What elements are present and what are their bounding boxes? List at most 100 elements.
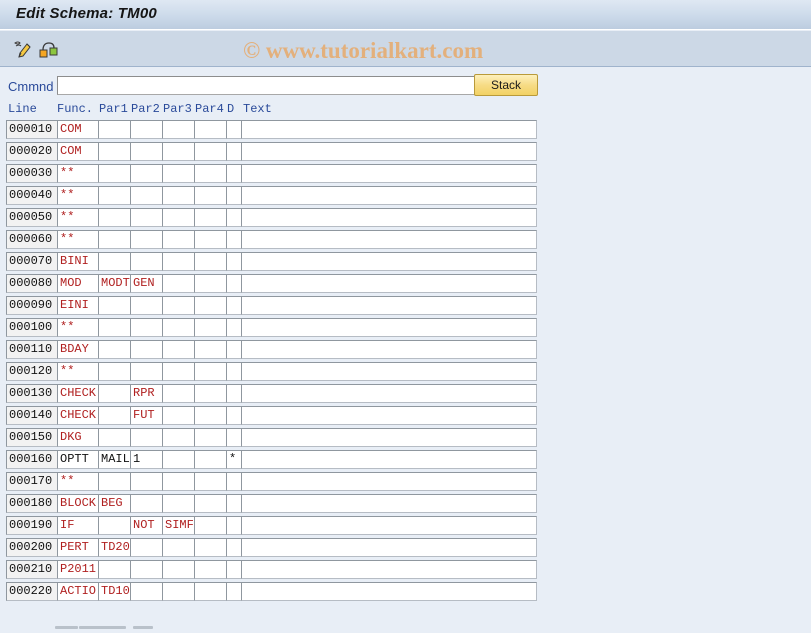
par1-cell[interactable]: MODT [98,274,131,293]
d-flag-cell[interactable] [226,340,242,359]
par3-cell[interactable] [162,450,195,469]
par4-cell[interactable] [194,164,227,183]
par3-cell[interactable] [162,472,195,491]
par4-cell[interactable] [194,208,227,227]
par2-cell[interactable] [130,120,163,139]
d-flag-cell[interactable] [226,494,242,513]
text-cell[interactable] [241,164,537,183]
text-cell[interactable] [241,384,537,403]
par3-cell[interactable] [162,208,195,227]
par3-cell[interactable] [162,340,195,359]
d-flag-cell[interactable] [226,472,242,491]
par3-cell[interactable] [162,538,195,557]
par1-cell[interactable] [98,252,131,271]
par2-cell[interactable] [130,318,163,337]
text-cell[interactable] [241,582,537,601]
par4-cell[interactable] [194,384,227,403]
text-cell[interactable] [241,208,537,227]
par2-cell[interactable]: RPR [130,384,163,403]
par2-cell[interactable]: NOT [130,516,163,535]
d-flag-cell[interactable] [226,538,242,557]
function-cell[interactable]: ACTIO [57,582,99,601]
function-cell[interactable]: BDAY [57,340,99,359]
text-cell[interactable] [241,340,537,359]
d-flag-cell[interactable] [226,318,242,337]
text-cell[interactable] [241,318,537,337]
par2-cell[interactable] [130,472,163,491]
par2-cell[interactable] [130,296,163,315]
par1-cell[interactable] [98,362,131,381]
par3-cell[interactable] [162,560,195,579]
d-flag-cell[interactable] [226,428,242,447]
display-change-pencil-icon[interactable] [12,39,34,59]
text-cell[interactable] [241,296,537,315]
text-cell[interactable] [241,186,537,205]
d-flag-cell[interactable] [226,142,242,161]
par3-cell[interactable] [162,406,195,425]
par3-cell[interactable] [162,362,195,381]
par4-cell[interactable] [194,318,227,337]
par1-cell[interactable] [98,208,131,227]
par3-cell[interactable] [162,142,195,161]
par2-cell[interactable] [130,208,163,227]
par2-cell[interactable] [130,362,163,381]
par4-cell[interactable] [194,362,227,381]
function-cell[interactable]: ** [57,318,99,337]
par4-cell[interactable] [194,230,227,249]
bottom-control-segment[interactable] [55,626,78,629]
par3-cell[interactable] [162,296,195,315]
text-cell[interactable] [241,428,537,447]
d-flag-cell[interactable] [226,208,242,227]
d-flag-cell[interactable] [226,362,242,381]
command-input[interactable] [57,76,477,95]
function-cell[interactable]: ** [57,186,99,205]
function-cell[interactable]: BINI [57,252,99,271]
bottom-control-segment[interactable] [133,626,153,629]
text-cell[interactable] [241,252,537,271]
par1-cell[interactable] [98,318,131,337]
text-cell[interactable] [241,406,537,425]
par4-cell[interactable] [194,450,227,469]
par4-cell[interactable] [194,516,227,535]
par1-cell[interactable] [98,472,131,491]
structure-hierarchy-icon[interactable] [38,39,60,59]
par2-cell[interactable] [130,538,163,557]
par2-cell[interactable]: FUT [130,406,163,425]
par2-cell[interactable] [130,582,163,601]
par3-cell[interactable] [162,384,195,403]
par1-cell[interactable] [98,516,131,535]
d-flag-cell[interactable] [226,186,242,205]
par1-cell[interactable] [98,296,131,315]
par1-cell[interactable] [98,164,131,183]
par1-cell[interactable] [98,230,131,249]
text-cell[interactable] [241,230,537,249]
par4-cell[interactable] [194,252,227,271]
function-cell[interactable]: IF [57,516,99,535]
d-flag-cell[interactable] [226,582,242,601]
d-flag-cell[interactable] [226,516,242,535]
text-cell[interactable] [241,516,537,535]
par2-cell[interactable]: GEN [130,274,163,293]
par3-cell[interactable] [162,252,195,271]
d-flag-cell[interactable] [226,384,242,403]
par1-cell[interactable] [98,120,131,139]
function-cell[interactable]: ** [57,230,99,249]
par3-cell[interactable] [162,230,195,249]
par4-cell[interactable] [194,120,227,139]
text-cell[interactable] [241,450,537,469]
d-flag-cell[interactable] [226,230,242,249]
function-cell[interactable]: COM [57,120,99,139]
par1-cell[interactable] [98,428,131,447]
function-cell[interactable]: CHECK [57,406,99,425]
par2-cell[interactable] [130,560,163,579]
par2-cell[interactable] [130,252,163,271]
d-flag-cell[interactable] [226,406,242,425]
function-cell[interactable]: PERT [57,538,99,557]
d-flag-cell[interactable]: * [226,450,242,469]
par2-cell[interactable] [130,428,163,447]
text-cell[interactable] [241,538,537,557]
par4-cell[interactable] [194,472,227,491]
par2-cell[interactable] [130,230,163,249]
par4-cell[interactable] [194,428,227,447]
function-cell[interactable]: DKG [57,428,99,447]
